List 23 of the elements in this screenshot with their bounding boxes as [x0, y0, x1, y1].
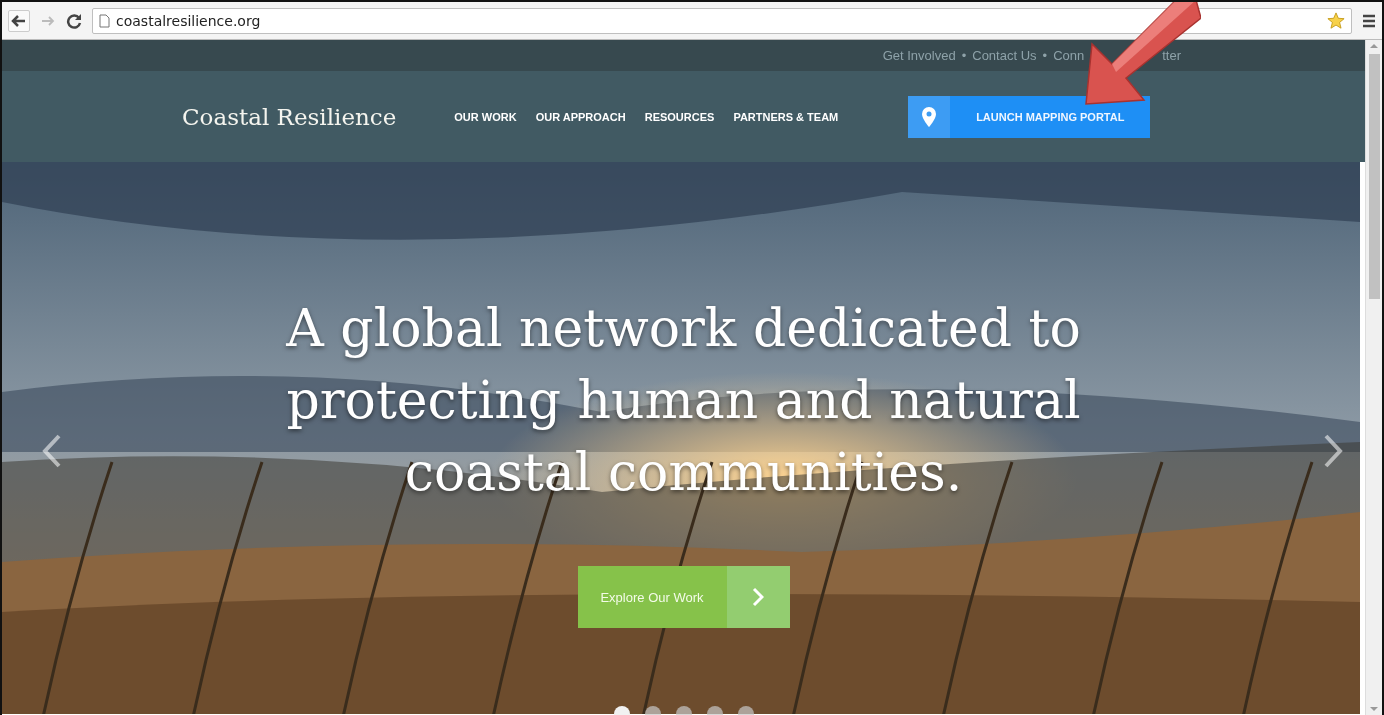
url-text: coastalresilience.org [116, 12, 261, 29]
chevron-left-icon[interactable] [42, 434, 62, 468]
utility-link-fragment: tter [1162, 48, 1181, 63]
separator-dot: • [1042, 48, 1048, 63]
star-icon[interactable] [1327, 11, 1345, 30]
nav-link[interactable]: OUR APPROACH [535, 110, 626, 123]
utility-link[interactable]: Get Involved [882, 48, 956, 63]
address-field[interactable]: coastalresilience.org [92, 7, 1352, 34]
nav-link[interactable]: RESOURCES [644, 110, 715, 123]
utility-link[interactable]: Contact Us [972, 48, 1037, 63]
utility-link[interactable]: Conn [1053, 48, 1085, 63]
nav-link[interactable]: PARTNERS & TEAM [733, 110, 839, 123]
reload-icon[interactable] [66, 12, 82, 29]
scrollbar-thumb[interactable] [1368, 54, 1380, 299]
menu-icon[interactable] [1362, 13, 1376, 28]
back-icon[interactable] [8, 9, 30, 32]
chevron-right-icon[interactable] [1323, 434, 1343, 468]
site-logo[interactable]: Coastal Resilience [182, 103, 397, 130]
page-icon [99, 13, 110, 28]
map-pin-icon [922, 106, 937, 127]
separator-dot: • [961, 48, 967, 63]
chevron-right-icon [752, 587, 764, 607]
nav-link[interactable]: OUR WORK [454, 110, 517, 123]
